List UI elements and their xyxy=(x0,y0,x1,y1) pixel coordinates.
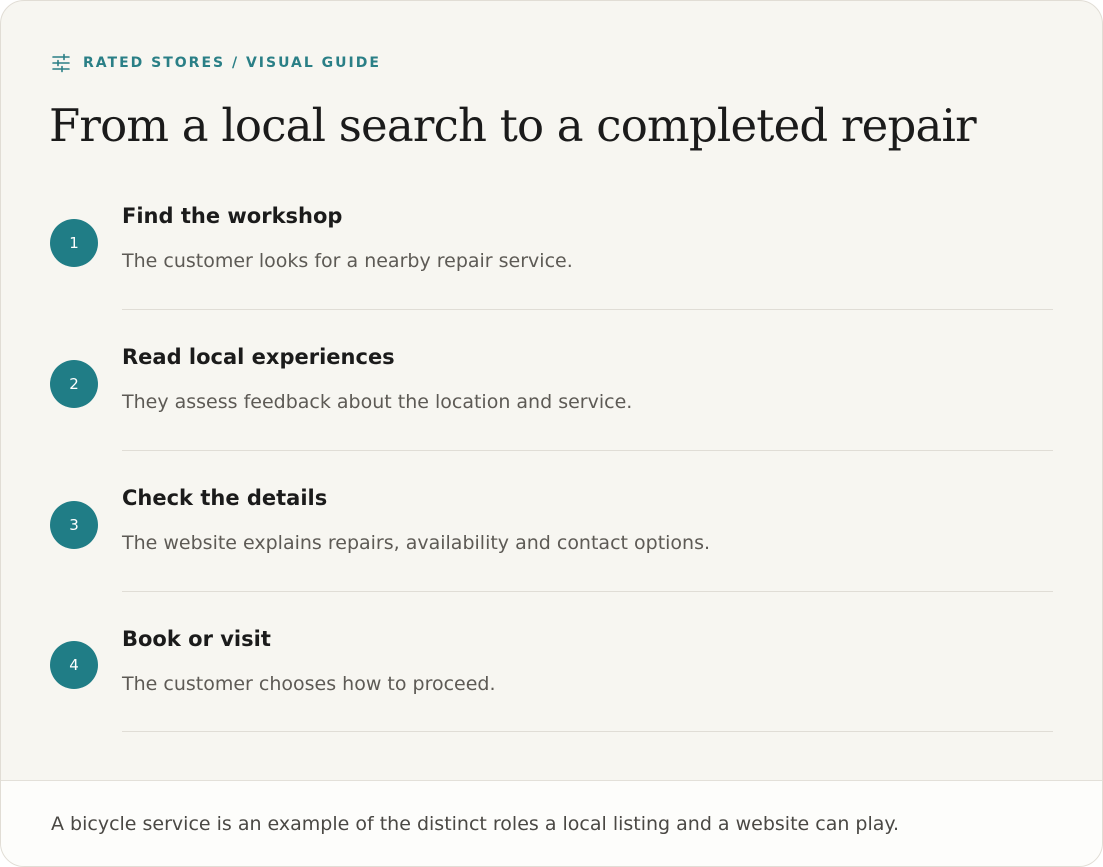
step-description: The website explains repairs, availabili… xyxy=(122,532,711,554)
step-number-badge: 2 xyxy=(50,360,98,408)
footer-text: A bicycle service is an example of the d… xyxy=(51,813,899,835)
step-description: The customer chooses how to proceed. xyxy=(122,673,496,695)
step-divider xyxy=(122,591,1053,592)
step-divider xyxy=(122,450,1053,451)
step-title: Book or visit xyxy=(122,627,271,651)
eyebrow: RATED STORES / VISUAL GUIDE xyxy=(51,52,381,74)
step-title: Find the workshop xyxy=(122,204,343,228)
step-description: They assess feedback about the location … xyxy=(122,391,633,413)
step-number-badge: 4 xyxy=(50,641,98,689)
step-item: 2 Read local experiences They assess fee… xyxy=(1,342,1102,483)
step-description: The customer looks for a nearby repair s… xyxy=(122,250,573,272)
step-title: Read local experiences xyxy=(122,345,395,369)
step-title: Check the details xyxy=(122,486,328,510)
sliders-icon xyxy=(51,53,71,73)
step-item: 3 Check the details The website explains… xyxy=(1,483,1102,624)
footer-note: A bicycle service is an example of the d… xyxy=(1,780,1102,866)
eyebrow-text: RATED STORES / VISUAL GUIDE xyxy=(83,55,381,71)
step-number-badge: 3 xyxy=(50,501,98,549)
guide-card: RATED STORES / VISUAL GUIDE From a local… xyxy=(0,0,1103,867)
step-divider xyxy=(122,731,1053,732)
step-number-badge: 1 xyxy=(50,219,98,267)
step-item: 1 Find the workshop The customer looks f… xyxy=(1,201,1102,342)
step-item: 4 Book or visit The customer chooses how… xyxy=(1,624,1102,765)
page-title: From a local search to a completed repai… xyxy=(49,99,977,152)
step-divider xyxy=(122,309,1053,310)
